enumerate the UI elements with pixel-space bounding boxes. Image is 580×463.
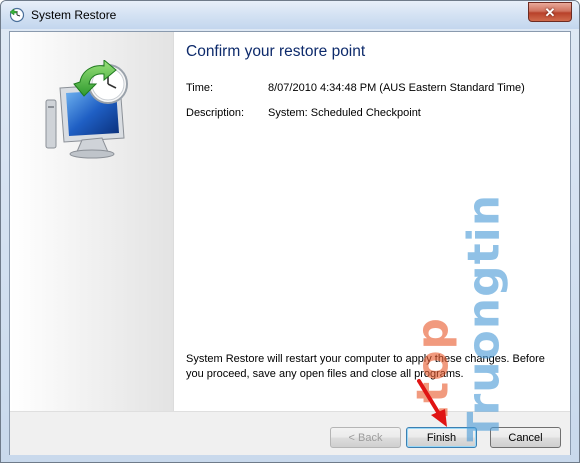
close-icon: ✕ [544,4,556,20]
time-label: Time: [186,82,214,94]
button-bar: < Back Finish Cancel [10,411,570,455]
close-button[interactable]: ✕ [528,2,572,22]
page-title: Confirm your restore point [186,43,366,60]
system-restore-icon [9,7,25,23]
window-title: System Restore [31,8,117,22]
system-restore-window: System Restore ✕ Confirm your restore po… [0,0,580,463]
wizard-sidebar [10,32,174,411]
description-label: Description: [186,107,245,119]
back-button[interactable]: < Back [330,427,401,448]
monitor-clock-restore-icon [45,60,128,159]
cancel-button[interactable]: Cancel [490,427,561,448]
description-value: System: Scheduled Checkpoint [268,107,421,119]
red-arrow-icon [417,379,447,427]
restart-notice: System Restore will restart your compute… [186,353,545,380]
wizard-page: Confirm your restore point Time: 8/07/20… [9,31,571,455]
title-bar[interactable]: System Restore ✕ [1,1,579,29]
time-value: 8/07/2010 4:34:48 PM (AUS Eastern Standa… [268,82,525,94]
finish-button[interactable]: Finish [406,427,477,448]
